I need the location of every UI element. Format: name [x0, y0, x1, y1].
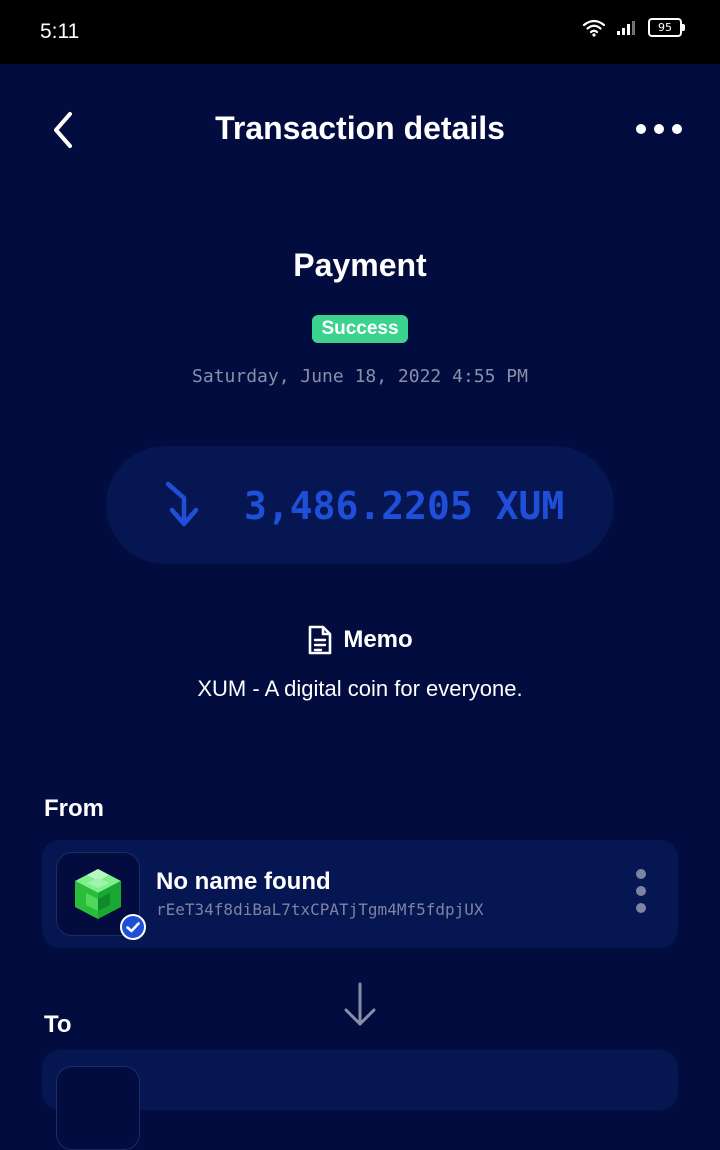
more-options-button[interactable] [634, 116, 684, 142]
signal-icon [617, 20, 635, 35]
more-horizontal-icon [636, 124, 682, 134]
account-options-button[interactable] [630, 868, 652, 920]
transaction-type: Payment [293, 247, 427, 283]
to-label: To [44, 1011, 72, 1038]
incoming-arrow-icon [165, 481, 199, 527]
verified-badge-icon [120, 914, 146, 940]
status-time: 5:11 [40, 20, 80, 43]
document-icon [309, 625, 332, 655]
transaction-date: Saturday, June 18, 2022 4:55 PM [192, 366, 528, 387]
account-address: rEeT34f8diBaL7txCPATjTgm4Mf5fdpjUX [156, 900, 484, 919]
memo-header: Memo [0, 624, 720, 656]
arrow-down-icon [344, 982, 376, 1026]
amount-pill: 3,486.2205 XUM [106, 446, 614, 564]
to-avatar [56, 1066, 140, 1150]
memo-title: Memo [343, 626, 413, 653]
status-badge-wrap: Success [0, 315, 720, 343]
page-title: Transaction details [215, 110, 505, 146]
account-name: No name found [156, 868, 331, 895]
app-header: Transaction details [0, 64, 720, 194]
from-account-card[interactable]: No name found rEeT34f8diBaL7txCPATjTgm4M… [42, 840, 678, 948]
wifi-icon [582, 19, 606, 37]
more-vertical-icon [636, 869, 646, 913]
status-badge: Success [312, 315, 408, 343]
from-label: From [44, 795, 104, 822]
memo-text: XUM - A digital coin for everyone. [197, 676, 523, 701]
battery-icon: 95 [648, 18, 685, 37]
to-account-card[interactable] [42, 1050, 678, 1150]
transaction-amount: 3,486.2205 XUM [244, 484, 565, 528]
status-bar: 5:11 95 [0, 0, 720, 64]
status-icons: 95 [582, 18, 685, 37]
